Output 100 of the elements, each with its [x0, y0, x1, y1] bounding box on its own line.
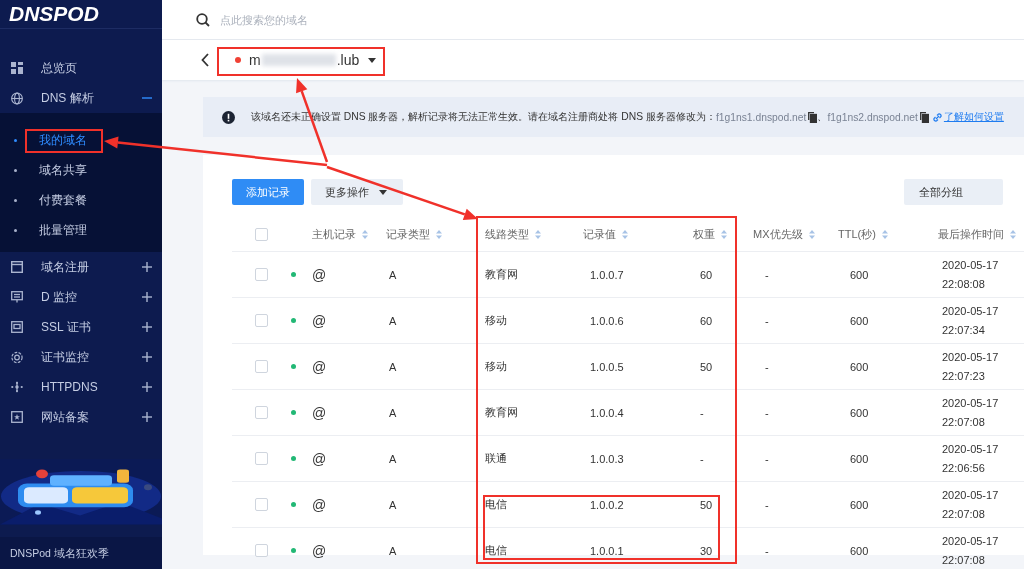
window-icon [11, 261, 23, 274]
sidebar-subitem[interactable]: 域名共享 [39, 161, 87, 179]
expand-icon[interactable] [142, 352, 152, 363]
server-address: f1g1ns1.dnspod.net [715, 111, 807, 123]
more-actions-button[interactable]: 更多操作 [311, 179, 403, 205]
table-cell: 600 [850, 314, 869, 327]
sort-icon[interactable] [436, 229, 442, 239]
separator: 、 [817, 110, 828, 122]
column-header[interactable]: 线路类型 [485, 226, 529, 242]
sort-icon[interactable] [622, 229, 628, 239]
column-header[interactable]: 记录值 [583, 226, 616, 242]
globe-icon [11, 91, 23, 105]
expand-icon[interactable] [142, 322, 152, 333]
sidebar-item[interactable]: HTTPDNS [41, 380, 142, 395]
sidebar-item[interactable]: SSL 证书 [41, 318, 142, 336]
table-cell: 教育网 [485, 267, 518, 282]
sort-icon[interactable] [1010, 229, 1016, 239]
table-cell: A [389, 360, 397, 373]
sort-icon[interactable] [808, 229, 815, 239]
table-cell: 2020-05-17 [942, 351, 999, 363]
checkbox[interactable] [255, 544, 268, 557]
table-cell: 1.0.0.3 [590, 452, 624, 465]
table-cell: 600 [850, 544, 869, 557]
copy-icon[interactable] [808, 111, 818, 123]
group-filter-button[interactable]: 全部分组 [904, 179, 1003, 205]
table-cell: - [765, 406, 769, 419]
logo: DNSPOD [9, 2, 99, 27]
table-cell: A [389, 498, 397, 511]
table-cell: A [389, 544, 397, 557]
table-cell: @ [312, 266, 327, 283]
sort-icon[interactable] [881, 229, 888, 239]
copy-icon[interactable] [919, 111, 929, 123]
table-cell: 50 [700, 360, 713, 373]
certificate-icon [11, 321, 23, 334]
table-cell: @ [312, 404, 327, 421]
column-header[interactable]: 记录类型 [386, 226, 430, 242]
column-header[interactable]: 权重 [693, 226, 715, 242]
sidebar-item[interactable]: 域名注册 [41, 258, 142, 276]
sidebar-item[interactable]: DNS 解析 [41, 89, 142, 107]
sidebar-item[interactable]: 证书监控 [41, 348, 142, 366]
back-icon[interactable] [201, 53, 209, 67]
bullet-icon [14, 168, 17, 172]
expand-icon[interactable] [142, 262, 152, 273]
table-cell: 1.0.0.6 [590, 314, 624, 327]
table-cell: - [765, 314, 769, 327]
table-cell: 50 [700, 498, 713, 511]
domain-name[interactable]: m [249, 52, 261, 68]
bullet-icon [14, 138, 17, 142]
table-cell: 22:06:56 [942, 462, 985, 474]
sidebar-subitem[interactable]: 批量管理 [39, 221, 87, 239]
table-cell: - [765, 452, 769, 465]
sidebar-item[interactable]: 网站备案 [41, 408, 142, 426]
checkbox[interactable] [255, 360, 268, 373]
sort-icon[interactable] [535, 229, 541, 239]
column-header[interactable]: 最后操作时间 [938, 226, 1004, 242]
sidebar-item[interactable]: D 监控 [41, 288, 142, 306]
ring-icon [11, 350, 23, 364]
domain-name[interactable]: .lub [336, 52, 360, 68]
help-link[interactable]: 了解如何设置 [932, 110, 1004, 124]
expand-icon[interactable] [142, 382, 152, 393]
search-icon[interactable] [196, 12, 210, 27]
column-header[interactable]: TTL(秒) [838, 226, 876, 242]
table-cell: - [700, 452, 704, 465]
sort-icon[interactable] [721, 229, 727, 239]
table-cell: 移动 [485, 359, 507, 374]
table-cell: 600 [850, 452, 869, 465]
nodes-icon [11, 381, 23, 394]
expand-icon[interactable] [142, 292, 152, 303]
checkbox[interactable] [255, 452, 268, 465]
search-field[interactable]: 点此搜索您的域名 [218, 12, 422, 27]
checkbox[interactable] [255, 268, 268, 281]
caret-icon[interactable] [368, 57, 377, 63]
table-cell: - [765, 544, 769, 557]
column-header[interactable]: MX优先级 [753, 226, 803, 242]
server-address: f1g1ns2.dnspod.net [827, 111, 918, 123]
table-cell: 移动 [485, 313, 507, 328]
checkbox[interactable] [255, 498, 268, 511]
column-header[interactable]: 主机记录 [312, 226, 356, 242]
table-cell: @ [312, 450, 327, 467]
status-dot [235, 57, 241, 63]
table-cell: 600 [850, 360, 869, 373]
table-cell: 22:07:34 [942, 324, 985, 336]
checkbox[interactable] [255, 406, 268, 419]
sort-icon[interactable] [362, 229, 368, 239]
warning-icon [222, 110, 235, 124]
checkbox[interactable] [255, 227, 268, 241]
caret-icon [379, 189, 387, 195]
table-cell: 60 [700, 268, 713, 281]
sidebar-item[interactable]: 总览页 [41, 59, 152, 77]
table-cell: 30 [700, 544, 713, 557]
table-cell: 1.0.0.1 [590, 544, 624, 557]
table-cell: 1.0.0.7 [590, 268, 624, 281]
table-cell: 600 [850, 268, 869, 281]
checkbox[interactable] [255, 314, 268, 327]
sidebar-subitem[interactable]: 付费套餐 [39, 191, 87, 209]
expand-icon[interactable] [142, 412, 152, 423]
table-cell: @ [312, 312, 327, 329]
sidebar-subitem[interactable]: 我的域名 [39, 131, 87, 149]
table-cell: @ [312, 496, 327, 513]
table-cell: 2020-05-17 [942, 443, 999, 455]
